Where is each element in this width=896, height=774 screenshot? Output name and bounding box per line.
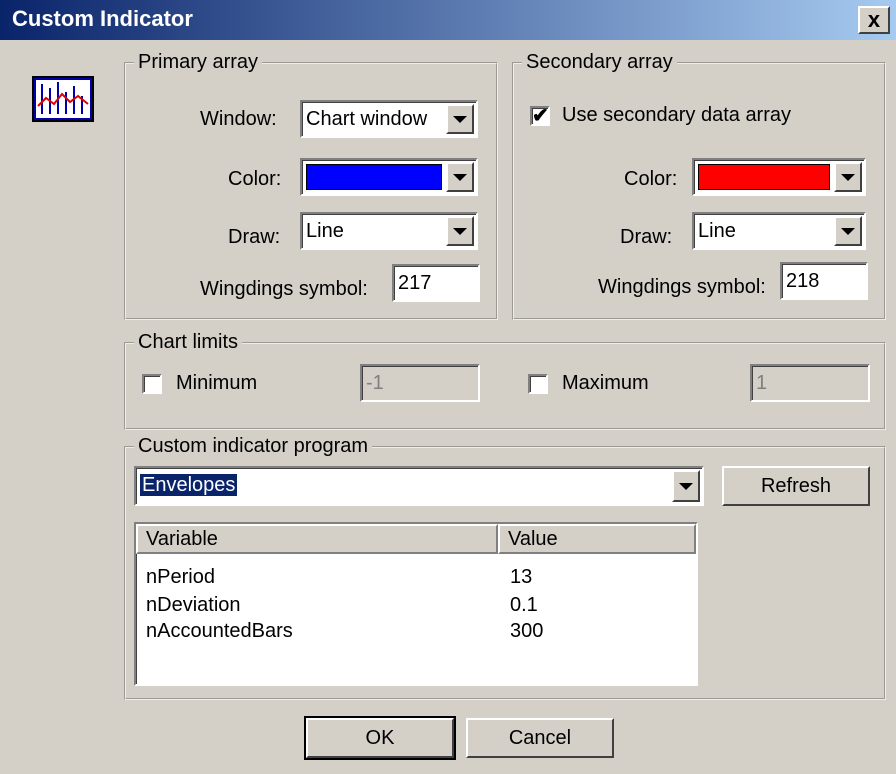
use-secondary-label[interactable]: Use secondary data array (562, 102, 791, 128)
use-secondary-checkbox[interactable]: ✔ (530, 106, 550, 126)
checkmark-icon: ✔ (532, 105, 549, 127)
secondary-color-label: Color: (624, 168, 678, 190)
window-title: Custom Indicator (12, 6, 193, 31)
maximum-label[interactable]: Maximum (562, 370, 649, 396)
primary-window-select[interactable]: Chart window (300, 100, 478, 138)
primary-array-legend: Primary array (134, 50, 263, 74)
list-item-value: 300 (510, 620, 544, 642)
primary-draw-value: Line (306, 220, 344, 242)
chevron-down-icon[interactable] (834, 162, 862, 192)
maximum-input: 1 (750, 364, 870, 402)
primary-wingdings-value: 217 (398, 272, 432, 294)
secondary-wingdings-label: Wingdings symbol: (598, 276, 766, 298)
primary-wingdings-label: Wingdings symbol: (200, 278, 368, 300)
close-button[interactable]: x (858, 6, 890, 34)
refresh-button[interactable]: Refresh (722, 466, 870, 506)
secondary-draw-label: Draw: (620, 226, 673, 248)
list-item-value: 0.1 (510, 594, 538, 616)
chart-limits-legend: Chart limits (134, 330, 243, 354)
cancel-button[interactable]: Cancel (466, 718, 614, 758)
primary-draw-label: Draw: (228, 226, 281, 248)
secondary-color-select[interactable] (692, 158, 866, 196)
minimum-input: -1 (360, 364, 480, 402)
primary-color-swatch (306, 164, 442, 190)
primary-window-value: Chart window (306, 108, 428, 130)
chevron-down-icon[interactable] (672, 470, 700, 502)
program-legend: Custom indicator program (134, 434, 373, 458)
secondary-draw-value: Line (698, 220, 736, 242)
chevron-down-icon[interactable] (446, 216, 474, 246)
secondary-wingdings-value: 218 (786, 270, 820, 292)
secondary-draw-select[interactable]: Line (692, 212, 866, 250)
secondary-wingdings-input[interactable]: 218 (780, 262, 868, 300)
list-item-variable[interactable]: nPeriod (146, 564, 215, 590)
primary-color-label: Color: (228, 168, 282, 190)
ok-button[interactable]: OK (304, 716, 456, 760)
chevron-down-icon[interactable] (834, 216, 862, 246)
close-icon: x (867, 7, 881, 32)
chart-indicator-icon (32, 76, 94, 122)
secondary-color-swatch (698, 164, 830, 190)
secondary-array-legend: Secondary array (522, 50, 677, 74)
primary-window-label: Window: (200, 108, 277, 130)
program-selected-value: Envelopes (140, 474, 238, 496)
list-item-value: 13 (510, 566, 533, 588)
list-item-variable[interactable]: nAccountedBars (146, 618, 293, 644)
program-select[interactable]: Envelopes (134, 466, 704, 506)
chevron-down-icon[interactable] (446, 162, 474, 192)
minimum-value: -1 (366, 372, 384, 394)
column-header-value[interactable]: Value (498, 524, 696, 554)
minimum-label[interactable]: Minimum (176, 370, 257, 396)
primary-color-select[interactable] (300, 158, 478, 196)
chevron-down-icon[interactable] (446, 104, 474, 134)
maximum-value: 1 (756, 372, 768, 394)
minimum-checkbox[interactable] (142, 374, 162, 394)
variables-list[interactable]: Variable Value nPeriod 13 nDeviation 0.1… (134, 522, 698, 686)
primary-wingdings-input[interactable]: 217 (392, 264, 480, 302)
maximum-checkbox[interactable] (528, 374, 548, 394)
primary-draw-select[interactable]: Line (300, 212, 478, 250)
column-header-variable[interactable]: Variable (136, 524, 498, 554)
list-item-variable[interactable]: nDeviation (146, 592, 241, 618)
